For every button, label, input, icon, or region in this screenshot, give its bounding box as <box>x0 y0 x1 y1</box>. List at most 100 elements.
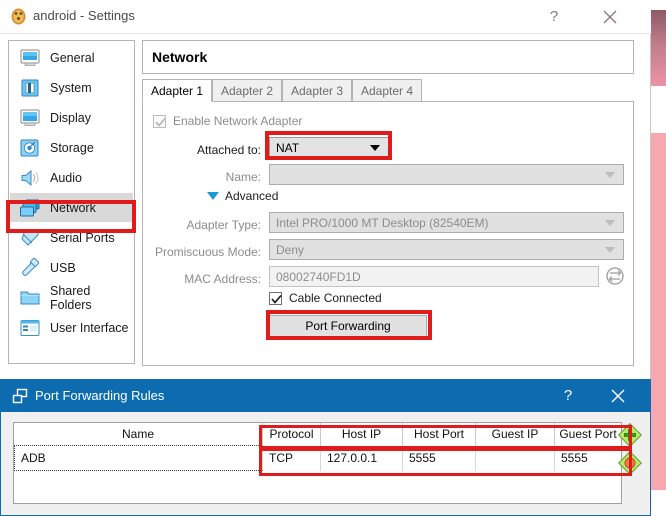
folder-icon <box>19 287 41 309</box>
column-header-name[interactable]: Name <box>14 423 263 445</box>
sidebar-item-system[interactable]: System <box>10 73 133 102</box>
port-forwarding-table: Name Protocol Host IP Host Port Guest IP… <box>13 422 622 504</box>
table-header-row: Name Protocol Host IP Host Port Guest IP… <box>14 423 621 445</box>
sidebar-item-storage[interactable]: Storage <box>10 133 133 162</box>
usb-icon <box>19 257 41 279</box>
sidebar-item-serial-ports[interactable]: Serial Ports <box>10 223 133 252</box>
sidebar-item-label: Storage <box>50 140 94 155</box>
cable-connected-label: Cable Connected <box>289 291 382 305</box>
network-icon <box>19 197 41 219</box>
name-label: Name: <box>225 170 261 184</box>
remove-rule-button[interactable] <box>617 450 643 476</box>
advanced-toggle[interactable]: Advanced <box>207 189 278 203</box>
adapter-type-value: Intel PRO/1000 MT Desktop (82540EM) <box>276 215 489 230</box>
sidebar-item-label: Audio <box>50 170 82 185</box>
adapter-type-select[interactable]: Intel PRO/1000 MT Desktop (82540EM) <box>269 212 624 233</box>
name-select[interactable] <box>269 164 624 185</box>
user-interface-icon <box>19 317 41 339</box>
cell-name[interactable]: ADB <box>14 445 263 471</box>
harddisk-icon <box>19 137 41 159</box>
sidebar-item-general[interactable]: General <box>10 43 133 72</box>
sidebar-item-label: Shared Folders <box>50 283 92 312</box>
cell-protocol[interactable]: TCP <box>263 445 321 471</box>
cable-connected-row[interactable]: Cable Connected <box>269 291 382 305</box>
sidebar-item-label: Network <box>50 200 96 215</box>
help-button[interactable]: ? <box>533 0 575 33</box>
sidebar-item-label: User Interface <box>50 320 129 335</box>
port-forwarding-dialog: Port Forwarding Rules ? Name Protocol Ho… <box>0 379 651 516</box>
tab-adapter-3[interactable]: Adapter 3 <box>282 79 352 102</box>
background-strip-top <box>651 10 666 86</box>
chevron-down-icon <box>605 219 615 226</box>
sidebar-item-network[interactable]: Network <box>10 193 133 222</box>
sidebar-item-label: Display <box>50 110 91 125</box>
tab-adapter-4[interactable]: Adapter 4 <box>352 79 422 102</box>
sidebar-item-display[interactable]: Display <box>10 103 133 132</box>
column-header-guest-ip[interactable]: Guest IP <box>476 423 555 445</box>
table-action-buttons <box>617 422 644 479</box>
chip-icon <box>19 77 41 99</box>
background-strip-bottom <box>651 133 666 490</box>
sidebar-item-audio[interactable]: Audio <box>10 163 133 192</box>
column-header-protocol[interactable]: Protocol <box>263 423 321 445</box>
chevron-down-icon <box>370 144 380 151</box>
cell-guest-ip[interactable] <box>476 445 555 471</box>
cable-connected-checkbox[interactable] <box>269 291 282 305</box>
tab-label: Adapter 4 <box>360 83 414 98</box>
promiscuous-mode-select[interactable]: Deny <box>269 239 624 260</box>
refresh-mac-icon[interactable] <box>605 266 625 289</box>
tab-label: Adapter 2 <box>220 83 274 98</box>
cell-guest-port[interactable]: 5555 <box>555 445 621 471</box>
speaker-icon <box>19 167 41 189</box>
port-forwarding-button[interactable]: Port Forwarding <box>269 315 427 337</box>
attached-to-select[interactable]: NAT <box>269 137 389 158</box>
enable-network-adapter-checkbox[interactable] <box>153 114 166 128</box>
display-icon <box>19 107 41 129</box>
column-header-guest-port[interactable]: Guest Port <box>555 423 621 445</box>
tab-adapter-2[interactable]: Adapter 2 <box>212 79 282 102</box>
advanced-label: Advanced <box>225 189 279 203</box>
close-icon[interactable] <box>589 0 631 33</box>
column-header-host-ip[interactable]: Host IP <box>321 423 403 445</box>
tab-adapter-1[interactable]: Adapter 1 <box>142 79 212 102</box>
sidebar-item-user-interface[interactable]: User Interface <box>10 313 133 342</box>
sidebar-item-shared-folders[interactable]: Shared Folders <box>10 283 133 312</box>
window-titlebar: android - Settings ? <box>0 0 651 34</box>
promiscuous-mode-label: Promiscuous Mode: <box>154 245 261 259</box>
sidebar-item-label: General <box>50 50 95 65</box>
port-forwarding-button-label: Port Forwarding <box>305 319 391 333</box>
page-title: Network <box>142 40 634 74</box>
cell-host-port[interactable]: 5555 <box>403 445 476 471</box>
dialog-close-icon[interactable] <box>598 379 638 412</box>
page-title-text: Network <box>152 49 208 65</box>
sidebar-item-label: Serial Ports <box>50 230 115 245</box>
virtualbox-icon <box>10 8 27 25</box>
adapter-tabs: Adapter 1 Adapter 2 Adapter 3 Adapter 4 <box>142 79 634 102</box>
add-rule-button[interactable] <box>617 422 643 448</box>
attached-to-label: Attached to: <box>196 143 261 157</box>
adapter-1-panel: Enable Network Adapter Attached to: NAT … <box>142 101 634 366</box>
promiscuous-mode-value: Deny <box>276 242 305 257</box>
tab-label: Adapter 3 <box>290 83 344 98</box>
window-title: android - Settings <box>33 8 135 23</box>
serial-port-icon <box>19 227 41 249</box>
table-row[interactable]: ADB TCP 127.0.0.1 5555 5555 <box>14 445 621 471</box>
chevron-down-icon <box>605 246 615 253</box>
settings-sidebar: General System Display Storage Audio Net… <box>8 40 135 364</box>
mac-address-field[interactable]: 08002740FD1D <box>269 266 599 287</box>
enable-network-adapter-label: Enable Network Adapter <box>173 114 303 128</box>
sidebar-item-label: System <box>50 80 92 95</box>
sidebar-item-usb[interactable]: USB <box>10 253 133 282</box>
sidebar-item-label: USB <box>50 260 76 275</box>
port-forwarding-icon <box>12 388 28 407</box>
column-header-host-port[interactable]: Host Port <box>403 423 476 445</box>
mac-address-value: 08002740FD1D <box>276 269 361 284</box>
cell-host-ip[interactable]: 127.0.0.1 <box>321 445 403 471</box>
dialog-title: Port Forwarding Rules <box>35 388 165 403</box>
tab-label: Adapter 1 <box>150 83 204 98</box>
dialog-titlebar: Port Forwarding Rules ? <box>1 379 650 412</box>
enable-network-adapter-row[interactable]: Enable Network Adapter <box>153 114 302 128</box>
chevron-down-icon <box>605 171 615 178</box>
adapter-type-label: Adapter Type: <box>186 218 262 232</box>
dialog-help-button[interactable]: ? <box>548 379 588 412</box>
